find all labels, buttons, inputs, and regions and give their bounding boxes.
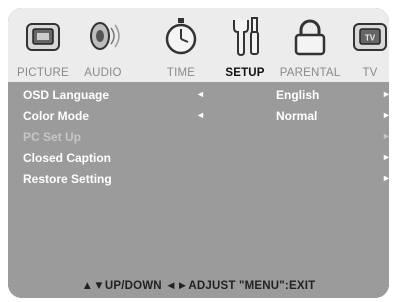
svg-text:TV: TV bbox=[365, 34, 376, 43]
stopwatch-icon bbox=[165, 18, 197, 55]
right-arrow-icon[interactable]: ► bbox=[382, 131, 391, 141]
right-arrow-icon[interactable]: ► bbox=[382, 173, 391, 183]
tv-icon: TV bbox=[353, 23, 387, 51]
tab-label-parental: PARENTAL bbox=[279, 67, 341, 79]
setup-panel: OSD Language ◄ English ► Color Mode ◄ No… bbox=[8, 82, 391, 298]
menu-item-label: OSD Language bbox=[23, 88, 110, 102]
tab-label-tv: TV bbox=[362, 67, 378, 79]
speaker-icon bbox=[90, 22, 120, 50]
tab-tv[interactable]: TV TV bbox=[348, 8, 392, 90]
menu-item-label: PC Set Up bbox=[23, 130, 82, 144]
menu-item-label: Closed Caption bbox=[23, 151, 112, 165]
menu-item-value: Normal bbox=[276, 109, 318, 123]
menu-item-value: English bbox=[276, 88, 320, 102]
tab-parental[interactable]: PARENTAL bbox=[274, 8, 346, 90]
tab-label-picture: PICTURE bbox=[17, 67, 69, 79]
tab-time[interactable]: TIME bbox=[150, 8, 212, 90]
tools-icon bbox=[233, 17, 259, 57]
menu-item-osd-language[interactable]: OSD Language ◄ English ► bbox=[8, 85, 391, 105]
tab-label-audio: AUDIO bbox=[84, 67, 122, 79]
menu-item-color-mode[interactable]: Color Mode ◄ Normal ► bbox=[8, 106, 391, 126]
tab-setup[interactable]: SETUP bbox=[214, 8, 276, 90]
right-arrow-icon[interactable]: ► bbox=[382, 152, 391, 162]
left-arrow-icon[interactable]: ◄ bbox=[196, 89, 205, 99]
tab-label-time: TIME bbox=[166, 67, 196, 79]
right-arrow-icon[interactable]: ► bbox=[382, 110, 391, 120]
tab-bar: PICTURE AUDIO TIME SETUP PARENTAL TV TV bbox=[8, 8, 389, 91]
tab-picture[interactable]: PICTURE bbox=[12, 8, 74, 90]
menu-item-label: Restore Setting bbox=[23, 172, 112, 186]
menu-item-restore-setting[interactable]: Restore Setting ► bbox=[8, 169, 391, 189]
menu-item-closed-caption[interactable]: Closed Caption ► bbox=[8, 148, 391, 168]
right-arrow-icon[interactable]: ► bbox=[382, 89, 391, 99]
navigation-hint: ▲▼UP/DOWN ◄►ADJUST "MENU":EXIT bbox=[81, 280, 316, 292]
menu-item-label: Color Mode bbox=[23, 109, 89, 123]
menu-item-pc-set-up[interactable]: PC Set Up ► bbox=[8, 127, 391, 147]
tab-audio[interactable]: AUDIO bbox=[72, 8, 134, 90]
left-arrow-icon[interactable]: ◄ bbox=[196, 110, 205, 120]
lock-icon bbox=[294, 19, 326, 56]
tab-label-setup: SETUP bbox=[225, 67, 265, 79]
picture-icon bbox=[26, 23, 60, 51]
